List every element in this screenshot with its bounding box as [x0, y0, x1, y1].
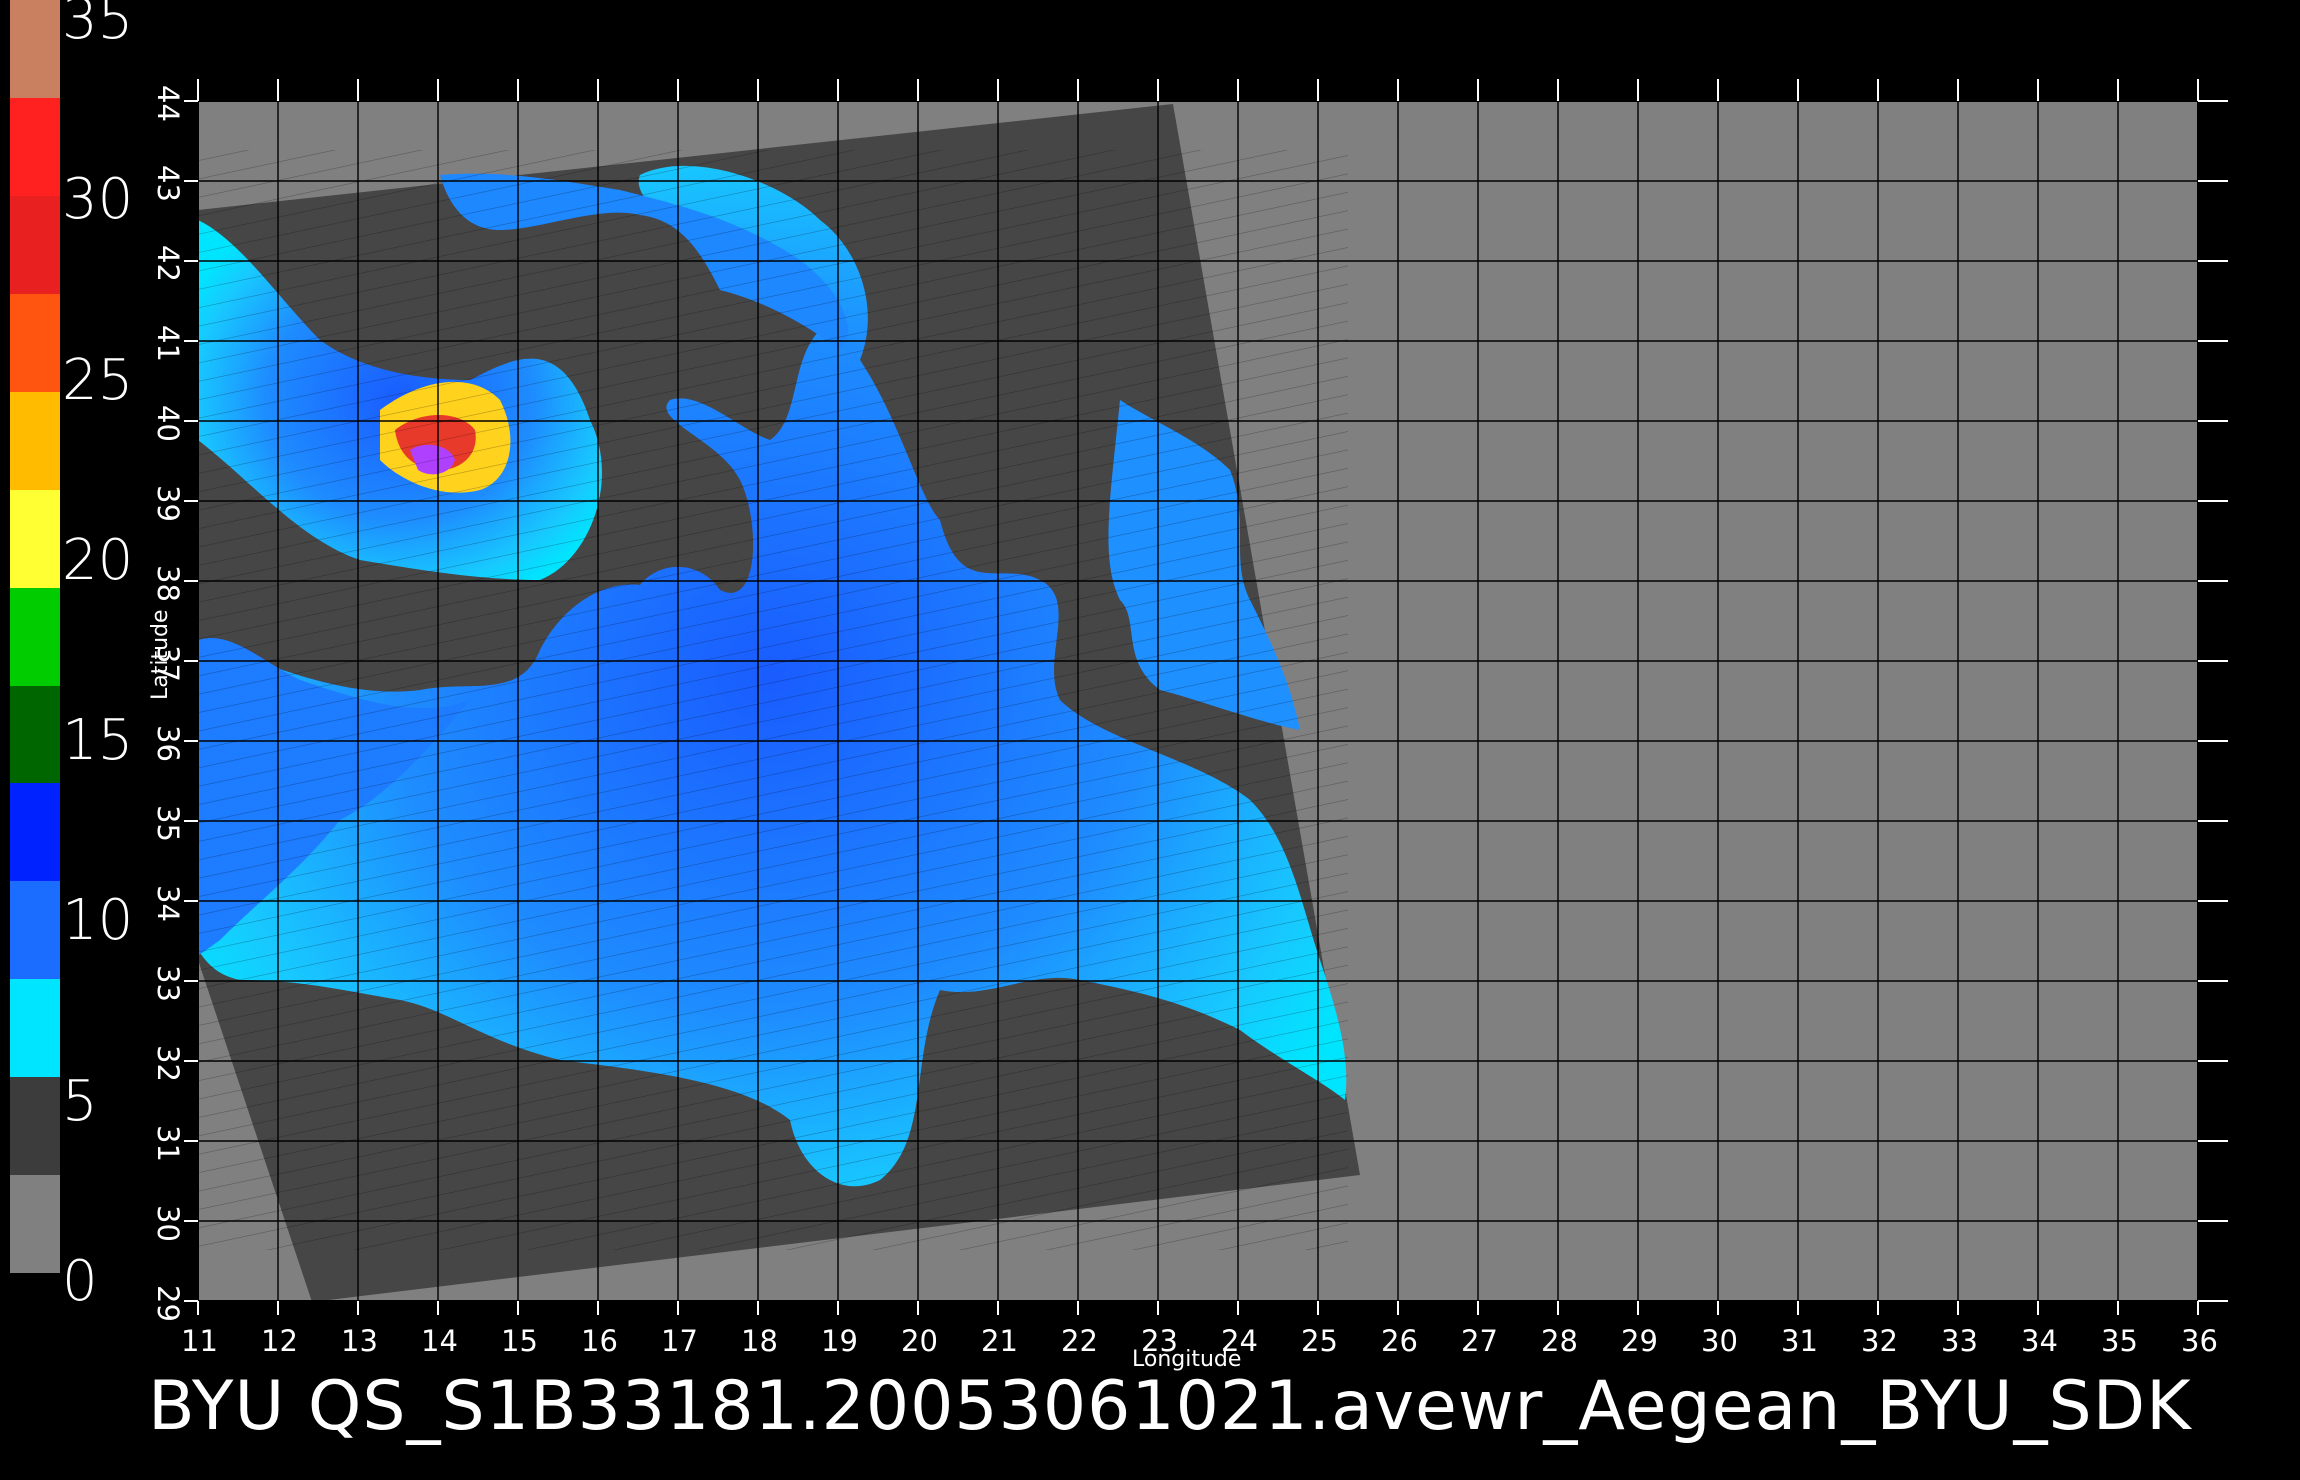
lat-tick-label: 35 — [151, 805, 185, 842]
lon-tick-label: 25 — [1301, 1324, 1338, 1358]
lat-tick-label: 42 — [151, 245, 185, 282]
lon-tick-label: 36 — [2181, 1324, 2218, 1358]
lat-tick-label: 40 — [151, 405, 185, 442]
lon-tick-label: 17 — [661, 1324, 698, 1358]
colorbar-tick-label: 30 — [62, 167, 134, 233]
lon-tick-label: 30 — [1701, 1324, 1738, 1358]
lat-tick-label: 30 — [151, 1205, 185, 1242]
lon-tick-label: 20 — [901, 1324, 938, 1358]
lon-tick-label: 33 — [1941, 1324, 1978, 1358]
lon-tick-label: 21 — [981, 1324, 1018, 1358]
colorbar-tick-label: 25 — [62, 347, 134, 413]
lon-tick-label: 28 — [1541, 1324, 1578, 1358]
colorbar-tick-label: 35 — [62, 0, 134, 52]
lat-tick-label: 39 — [151, 485, 185, 522]
lat-tick-label: 38 — [151, 565, 185, 602]
lon-tick-label: 22 — [1061, 1324, 1098, 1358]
map-plot — [184, 79, 2228, 1315]
latitude-axis-title: Latitude — [148, 609, 173, 700]
lon-tick-label: 14 — [421, 1324, 458, 1358]
colorbar-tick-label: 20 — [62, 527, 134, 593]
colorbar-tick-label: 10 — [62, 888, 134, 954]
lon-tick-label: 32 — [1861, 1324, 1898, 1358]
scatterometer-wind-map-figure: 11 12 13 14 15 16 17 18 19 20 21 22 23 24 25 26 27 28 29 30… — [0, 0, 2300, 1480]
lat-tick-label: 33 — [151, 965, 185, 1002]
lon-tick-label: 27 — [1461, 1324, 1498, 1358]
lon-tick-label: 18 — [741, 1324, 778, 1358]
wind-vector-overlay — [198, 150, 1348, 1250]
lon-tick-label: 26 — [1381, 1324, 1418, 1358]
lat-tick-label: 29 — [151, 1285, 185, 1322]
lon-tick-label: 12 — [261, 1324, 298, 1358]
lat-tick-label: 44 — [151, 85, 185, 122]
lat-tick-label: 34 — [151, 885, 185, 922]
colorbar-tick-label: 0 — [62, 1249, 98, 1314]
lat-tick-label: 43 — [151, 165, 185, 202]
product-title: BYU QS_S1B33181.20053061021.avewr_Aegean… — [148, 1367, 2192, 1446]
lon-tick-label: 13 — [341, 1324, 378, 1358]
lon-tick-label: 29 — [1621, 1324, 1658, 1358]
lon-tick-label: 34 — [2021, 1324, 2058, 1358]
lon-tick-label: 31 — [1781, 1324, 1818, 1358]
lon-tick-label: 15 — [501, 1324, 538, 1358]
colorbar-tick-label: 15 — [62, 708, 134, 774]
lon-tick-label: 11 — [181, 1324, 218, 1358]
lon-tick-label: 35 — [2101, 1324, 2138, 1358]
lon-tick-label: 19 — [821, 1324, 858, 1358]
lat-tick-label: 32 — [151, 1045, 185, 1082]
lat-tick-label: 31 — [151, 1125, 185, 1162]
colorbar-tick-label: 5 — [62, 1068, 98, 1134]
lon-tick-label: 16 — [581, 1324, 618, 1358]
lat-tick-label: 36 — [151, 725, 185, 762]
lat-tick-label: 41 — [151, 325, 185, 362]
